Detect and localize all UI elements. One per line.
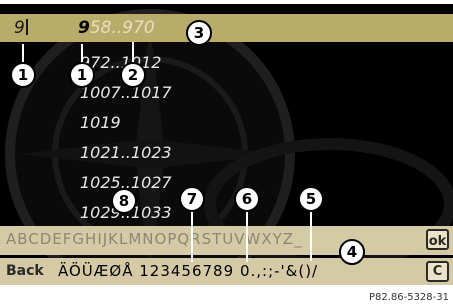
back-button[interactable]: Back — [6, 263, 44, 279]
callout-line — [310, 206, 312, 261]
figure-caption: P82.86-5328-31 — [368, 292, 449, 303]
callout-2: 2 — [120, 62, 146, 88]
ok-button[interactable]: ok — [426, 229, 449, 250]
callout-line — [246, 204, 248, 262]
clear-button[interactable]: C — [426, 261, 449, 282]
callout-5: 5 — [298, 186, 324, 212]
input-header[interactable]: 9 958..970 — [0, 14, 453, 42]
callout-line — [191, 206, 193, 262]
callout-8: 8 — [111, 188, 137, 214]
letter-characters[interactable]: ABCDEFGHIJKLMNOPQRSTUVWXYZ_ — [6, 230, 303, 248]
character-bar-digits[interactable]: Back ÄÖÜÆØÅ 123456789 0.,:;-'&()/ C — [0, 258, 453, 285]
character-bar-letters[interactable]: ABCDEFGHIJKLMNOPQRSTUVWXYZ_ ok — [0, 226, 453, 255]
list-item[interactable]: 1021..1023 — [80, 138, 380, 168]
callout-4: 4 — [339, 239, 365, 265]
callout-6: 6 — [234, 186, 260, 212]
digit-characters[interactable]: ÄÖÜÆØÅ 123456789 0.,:;-'&()/ — [58, 262, 318, 280]
list-item[interactable]: 1019 — [80, 108, 380, 138]
typed-input[interactable]: 9 — [14, 18, 28, 38]
callout-7: 7 — [179, 186, 205, 212]
navigation-screen: 9 958..970 972..1012 1007..1017 1019 102… — [0, 4, 453, 285]
match-preview: 958..970 — [78, 18, 155, 38]
selected-character[interactable]: 6 — [192, 262, 203, 280]
text-cursor — [25, 19, 28, 35]
callout-1-match: 1 — [69, 62, 95, 88]
callout-3: 3 — [186, 20, 212, 46]
callout-1-input: 1 — [10, 62, 36, 88]
